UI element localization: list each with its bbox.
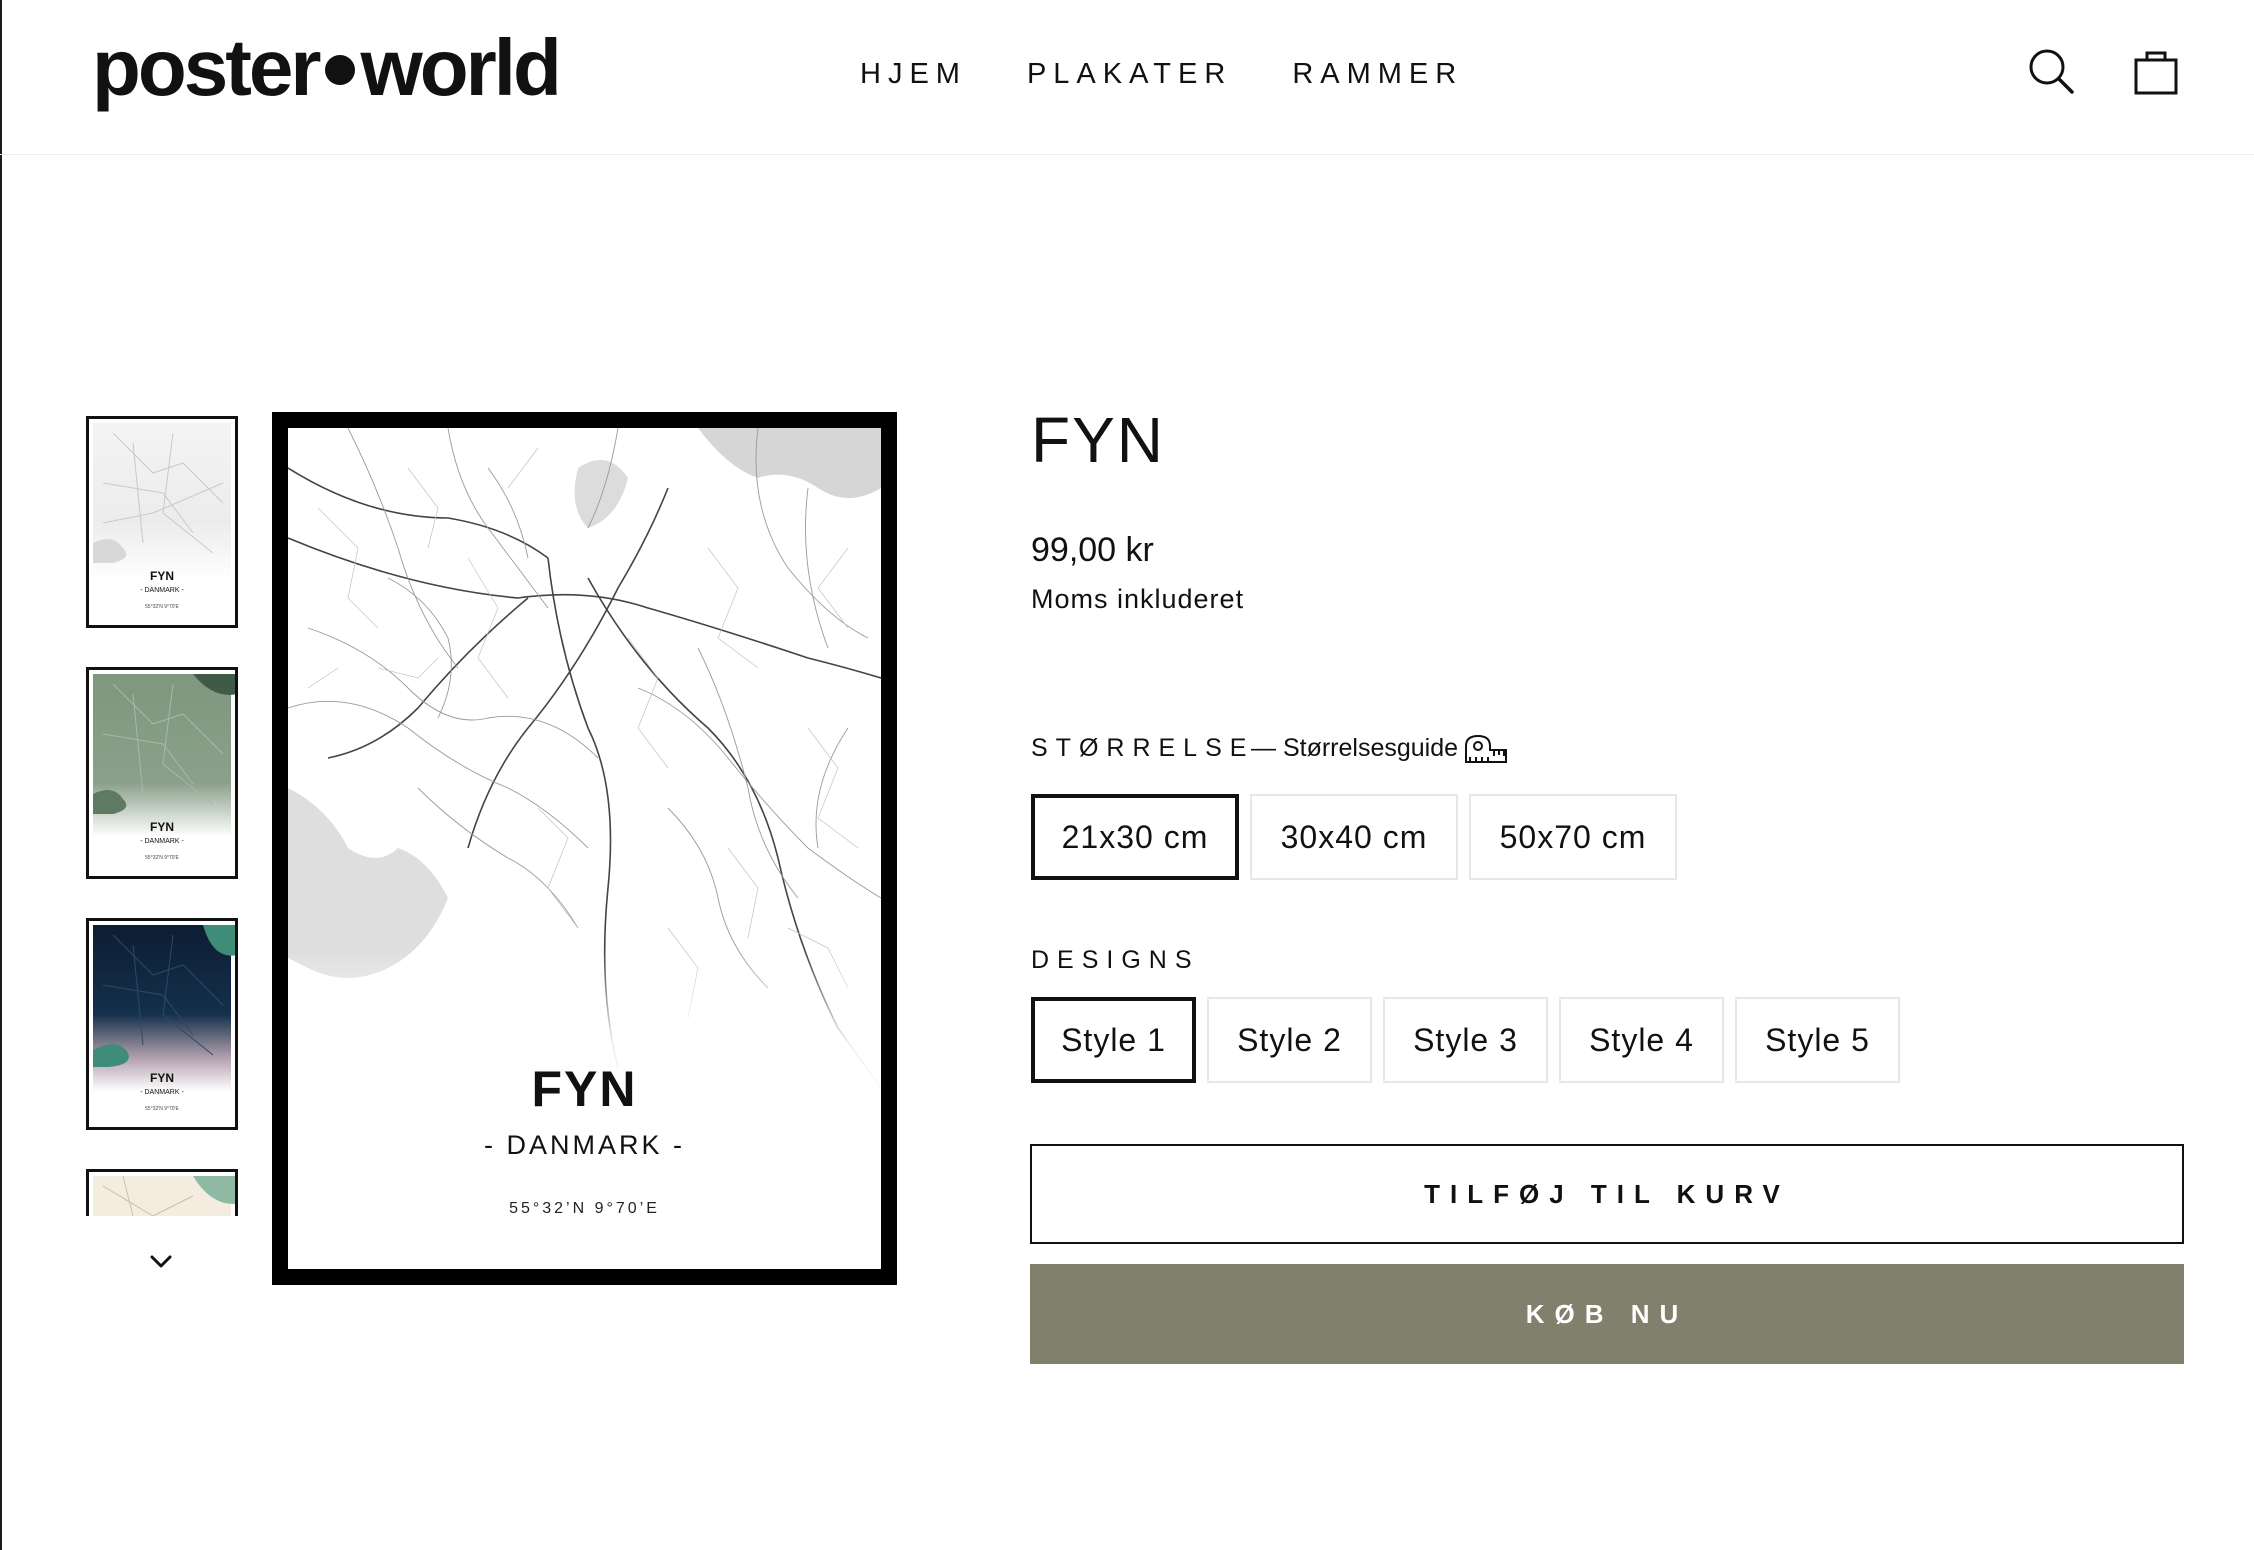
- nav-item-plakater[interactable]: PLAKATER: [1027, 52, 1232, 96]
- window-edge: [0, 0, 2, 1550]
- thumbnail-country: - DANMARK -: [140, 587, 184, 594]
- thumbnail-title: FYN: [150, 569, 174, 583]
- logo-text-left: poster: [92, 23, 321, 112]
- design-option-style-1[interactable]: Style 1: [1031, 997, 1196, 1083]
- size-option-30x40[interactable]: 30x40 cm: [1250, 794, 1458, 880]
- design-option-style-5[interactable]: Style 5: [1735, 997, 1900, 1083]
- thumbnail-style-2[interactable]: FYN - DANMARK - 55°32'N 9°70'E: [86, 667, 238, 879]
- nav-item-rammer[interactable]: RAMMER: [1292, 52, 1463, 96]
- poster-title: FYN: [531, 1061, 638, 1117]
- vat-note: Moms inkluderet: [1031, 584, 1245, 614]
- logo-text-right: world: [360, 23, 562, 112]
- thumbnail-style-4[interactable]: [86, 1169, 238, 1216]
- thumbnail-style-3[interactable]: FYN - DANMARK - 55°32'N 9°70'E: [86, 918, 238, 1130]
- poster-coordinates: 55°32’N 9°70’E: [509, 1200, 660, 1217]
- size-guide-text: — Størrelsesguide: [1251, 734, 1459, 762]
- design-option-style-4[interactable]: Style 4: [1559, 997, 1724, 1083]
- design-options: Style 1 Style 2 Style 3 Style 4 Style 5: [1031, 997, 1900, 1083]
- size-option-50x70[interactable]: 50x70 cm: [1469, 794, 1677, 880]
- nav-item-hjem[interactable]: HJEM: [860, 52, 967, 96]
- size-option-21x30[interactable]: 21x30 cm: [1031, 794, 1239, 880]
- size-label: STØRRELSE: [1031, 734, 1255, 762]
- thumbnail-coord: 55°32'N 9°70'E: [145, 1106, 179, 1112]
- site-logo[interactable]: poster world: [92, 22, 562, 114]
- shopping-bag-icon[interactable]: [2131, 46, 2181, 96]
- thumbnail-country: - DANMARK -: [140, 838, 184, 845]
- logo-dot: [324, 54, 355, 85]
- thumbnail-fade: [86, 1216, 238, 1220]
- buy-now-button[interactable]: KØB NU: [1030, 1264, 2184, 1364]
- designs-label: DESIGNS: [1031, 946, 1200, 974]
- thumbnail-map: [93, 1175, 235, 1216]
- thumbnail-title: FYN: [150, 820, 174, 834]
- design-option-style-3[interactable]: Style 3: [1383, 997, 1548, 1083]
- design-option-style-2[interactable]: Style 2: [1207, 997, 1372, 1083]
- thumbnail-style-1[interactable]: FYN - DANMARK - 55°32'N 9°70'E: [86, 416, 238, 628]
- poster-image: FYN - DANMARK - 55°32’N 9°70’E: [272, 412, 897, 1285]
- product-title: FYN: [1031, 404, 1165, 476]
- thumbnail-list: FYN - DANMARK - 55°32'N 9°70'E FYN - DAN…: [86, 416, 238, 1216]
- thumbnail-country: - DANMARK -: [140, 1089, 184, 1096]
- add-to-cart-button[interactable]: TILFØJ TIL KURV: [1030, 1144, 2184, 1244]
- size-guide-link[interactable]: — Størrelsesguide: [1251, 731, 1508, 765]
- thumbnail-title: FYN: [150, 1071, 174, 1085]
- poster-country: - DANMARK -: [484, 1130, 685, 1160]
- size-options: 21x30 cm 30x40 cm 50x70 cm: [1031, 794, 1677, 880]
- search-icon[interactable]: [2026, 46, 2076, 96]
- site-header: poster world HJEM PLAKATER RAMMER: [0, 0, 2254, 155]
- main-nav: HJEM PLAKATER RAMMER: [860, 52, 1463, 96]
- product-price: 99,00 kr: [1031, 531, 1154, 569]
- chevron-down-icon[interactable]: [147, 1248, 175, 1276]
- ruler-tape-icon: [1465, 735, 1508, 764]
- thumbnail-coord: 55°32'N 9°70'E: [145, 855, 179, 861]
- thumbnail-coord: 55°32'N 9°70'E: [145, 604, 179, 610]
- poster-paper: FYN - DANMARK - 55°32’N 9°70’E: [288, 428, 881, 1269]
